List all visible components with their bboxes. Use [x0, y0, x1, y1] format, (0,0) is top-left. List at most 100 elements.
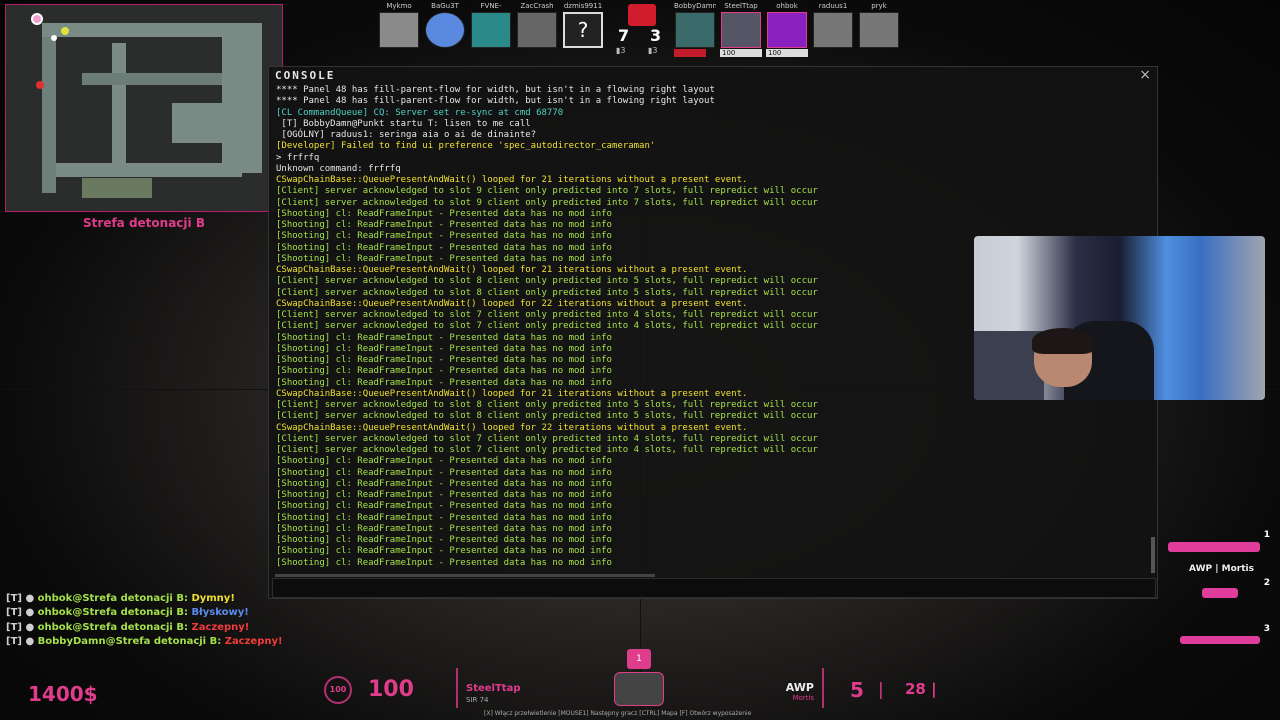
console-line: [T] BobbyDamn@Punkt startu T: lisen to m… — [276, 118, 531, 129]
chat-location: @Strefa detonacji B: — [105, 635, 222, 647]
player-name: BobbyDamn — [674, 2, 716, 10]
chat-player-name: ohbok — [37, 593, 73, 604]
player-name: ohbok — [776, 2, 798, 10]
console-line: **** Panel 48 has fill-parent-flow for w… — [276, 85, 715, 95]
console-line: [Shooting] cl: ReadFrameInput - Presente… — [276, 535, 612, 545]
console-horizontal-scrollbar[interactable] — [275, 574, 655, 577]
player-portrait — [379, 12, 419, 48]
console-line: [Client] server acknowledged to slot 8 c… — [276, 400, 818, 410]
streamer-webcam — [974, 236, 1265, 400]
radar-map-layout — [22, 13, 272, 208]
player-card: Mykmo — [378, 2, 420, 48]
console-line: [Client] server acknowledged to slot 7 c… — [276, 433, 818, 444]
chat-location: @Strefa detonacji B: — [72, 621, 188, 633]
current-weapon-skin: Mortis — [792, 694, 814, 702]
player-name: dzmis9911 — [563, 2, 603, 10]
chat-message: [T] ● ohbok@Strefa detonacji B: Dymny! — [6, 592, 283, 606]
close-icon[interactable]: × — [1139, 67, 1151, 83]
chat-team-tag: [T] ● — [6, 635, 35, 647]
console-line: [Developer] Failed to find ui preference… — [276, 141, 656, 152]
webcam-streamer-hair — [1032, 328, 1094, 354]
ammo-separator: | — [878, 680, 884, 700]
ct-score: 7 — [618, 26, 630, 45]
chat-message: [T] ● ohbok@Strefa detonacji B: Błyskowy… — [6, 606, 283, 620]
console-line: Unknown command: frfrfq — [276, 163, 401, 174]
player-portrait — [767, 12, 807, 48]
console-line: [Client] server acknowledged to slot 9 c… — [276, 197, 818, 208]
chat-player-name: ohbok — [37, 621, 73, 633]
console-line: [Client] server acknowledged to slot 9 c… — [276, 186, 818, 197]
health-value: 100 — [368, 677, 414, 702]
t-score: 3 — [650, 26, 662, 45]
radar-player-marker — [31, 13, 43, 25]
current-weapon-name: AWP — [785, 681, 814, 694]
hud-divider — [822, 668, 824, 708]
player-card: BobbyDamn — [674, 2, 716, 57]
t-alive-count: ▮3 — [648, 46, 658, 55]
weapon-slot-number: 3 — [1263, 624, 1270, 634]
spectated-player-badge: 1 — [627, 649, 651, 669]
console-line: [Shooting] cl: ReadFrameInput - Presente… — [276, 523, 612, 534]
armor-icon: 100 — [324, 676, 352, 704]
console-scrollbar[interactable] — [1151, 537, 1155, 573]
console-line: [Shooting] cl: ReadFrameInput - Presente… — [276, 467, 612, 478]
console-line: [Shooting] cl: ReadFrameInput - Presente… — [276, 208, 612, 219]
knife-icon — [1180, 636, 1260, 644]
ct-alive-count: ▮3 — [616, 46, 626, 55]
player-name: SteelTtap — [724, 2, 758, 10]
player-card: ohbok 100 — [766, 2, 808, 57]
question-mark-icon: ? — [563, 12, 603, 48]
player-portrait — [517, 12, 557, 48]
player-portrait — [813, 12, 853, 48]
awp-icon — [1168, 542, 1260, 552]
player-portrait — [721, 12, 761, 48]
player-name: ZacCrash — [520, 2, 554, 10]
player-health: 100 — [720, 49, 762, 57]
chat-player-name: BobbyDamn — [37, 635, 106, 647]
spectator-key-hints: [X] Włącz przełwietlenie [MOUSE1] Następ… — [484, 710, 752, 717]
hud-divider — [456, 668, 458, 708]
radar-bomb-marker — [36, 81, 44, 89]
player-name: raduus1 — [818, 2, 848, 10]
player-card: dzmis9911 ? — [562, 2, 604, 48]
player-health-bar — [674, 49, 706, 57]
player-portrait — [425, 12, 465, 48]
primary-weapon-name: AWP | Mortis — [1189, 564, 1254, 574]
player-name: pryk — [871, 2, 887, 10]
pistol-icon — [1202, 588, 1238, 598]
chat-text: Zaczepny! — [191, 621, 250, 633]
chat-location: @Strefa detonacji B: — [72, 593, 188, 604]
player-card: ZacCrash — [516, 2, 558, 48]
console-line: [Client] server acknowledged to slot 8 c… — [276, 411, 818, 422]
ammo-reserve: 28 | — [905, 680, 937, 698]
player-health: 100 — [766, 49, 808, 57]
console-line: [Shooting] cl: ReadFrameInput - Presente… — [276, 456, 612, 467]
console-line: [OGÓLNY] raduus1: seringa aia o ai de di… — [276, 130, 537, 140]
player-card: FVNE- — [470, 2, 512, 48]
chat-message: [T] ● ohbok@Strefa detonacji B: Zaczepny… — [6, 621, 283, 635]
console-line: [Shooting] cl: ReadFrameInput - Presente… — [276, 512, 612, 523]
chat-location: @Strefa detonacji B: — [72, 607, 188, 619]
weapon-selector: 1 AWP | Mortis 2 3 — [1160, 530, 1270, 650]
money-display: 1400$ — [28, 682, 98, 706]
chat-text: Błyskowy! — [191, 607, 249, 619]
console-line: CSwapChainBase::QueuePresentAndWait() lo… — [276, 175, 748, 185]
chat-text: Dymny! — [191, 593, 235, 604]
player-name: BaGu3T — [431, 2, 459, 10]
player-name: Mykmo — [386, 2, 412, 10]
player-card: SteelTtap 100 — [720, 2, 762, 57]
player-portrait — [859, 12, 899, 48]
spectated-player-avatar — [614, 672, 664, 706]
player-card: pryk — [858, 2, 900, 48]
console-line: CSwapChainBase::QueuePresentAndWait() lo… — [276, 422, 748, 433]
console-line: [Shooting] cl: ReadFrameInput - Presente… — [276, 557, 612, 568]
console-title: CONSOLE — [275, 69, 336, 82]
chat-message: [T] ● BobbyDamn@Strefa detonacji B: Zacz… — [6, 635, 283, 649]
ammo-clip: 5 — [850, 678, 864, 702]
console-line: [Shooting] cl: ReadFrameInput - Presente… — [276, 490, 612, 500]
team-chat: [T] ● ohbok@Strefa detonacji B: Dymny! [… — [6, 592, 283, 649]
player-card: BaGu3T — [424, 2, 466, 48]
console-line: > frfrfq — [276, 152, 320, 163]
console-input[interactable] — [272, 578, 1156, 598]
console-line: [Shooting] cl: ReadFrameInput - Presente… — [276, 546, 612, 557]
